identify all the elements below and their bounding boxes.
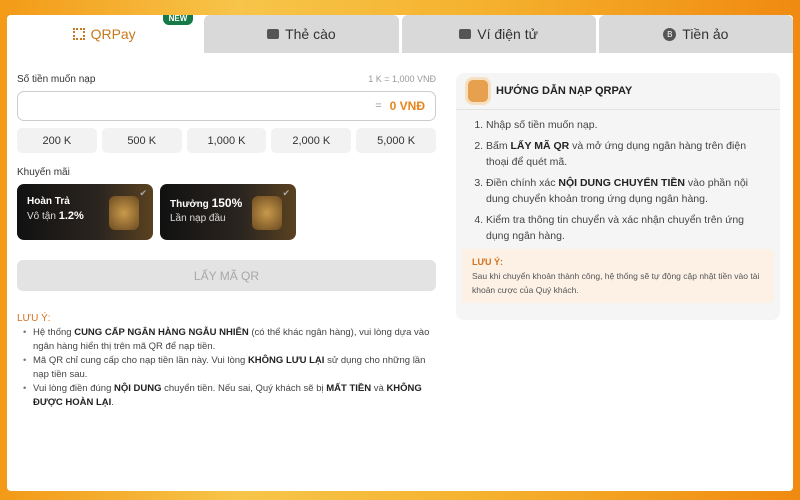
guide-tip: LƯU Ý: Sau khi chuyển khoản thành công, … [462,249,774,303]
amount-label: Số tiền muốn nạp [17,74,96,85]
amount-chip[interactable]: 200 K [17,128,97,153]
promo-label: Khuyến mãi [17,167,70,178]
tab-qrpay[interactable]: QRPay NEW [7,15,202,53]
tab-label: Ví điện tử [477,26,538,42]
guide-step: Bấm LẤY MÃ QR và mở ứng dụng ngân hàng t… [486,138,770,170]
tab-the-cao[interactable]: Thẻ cào [204,15,399,53]
qr-icon [72,28,85,40]
amount-value: 0 VNĐ [389,99,425,113]
equals-sign: = [375,100,382,112]
guide-step: Kiểm tra thông tin chuyển và xác nhận ch… [486,212,770,244]
promo-highlight: 150% [211,196,243,210]
get-qr-button[interactable]: LẤY MÃ QR [17,260,436,291]
payment-tabs: QRPay NEW Thẻ cào Ví điện tử B Tiền ảo [7,15,793,53]
card-icon [267,29,280,39]
guide-step: Điền chính xác NỘI DUNG CHUYỂN TIỀN vào … [486,175,770,207]
amount-chip[interactable]: 2,000 K [271,128,352,153]
amount-input[interactable]: = 0 VNĐ [17,91,436,121]
amount-chip[interactable]: 500 K [101,128,182,153]
note-item: Hệ thống CUNG CẤP NGÂN HÀNG NGẪU NHIÊN (… [17,326,436,354]
guide-steps: Nhập số tiền muốn nạp. Bấm LẤY MÃ QR và … [456,110,780,244]
promo-highlight: 1.2% [58,210,84,222]
note-item: Mã QR chỉ cung cấp cho nạp tiền lần này.… [17,354,436,382]
new-badge: NEW [162,15,194,25]
notes-list: Hệ thống CUNG CẤP NGÂN HÀNG NGẪU NHIÊN (… [17,326,436,410]
wallet-coin-image [109,196,139,230]
amount-chip[interactable]: 1,000 K [186,128,267,153]
promo-card-bonus[interactable]: Thưởng 150% Lần nạp đầu ✔ [160,184,296,240]
promo-card-cashback[interactable]: Hoàn Trả Vô tận 1.2% ✔ [17,184,153,240]
slot-machine-image [252,196,282,230]
deposit-form: Số tiền muốn nạp 1 K = 1,000 VNĐ = 0 VNĐ 2… [17,71,436,410]
notes-title: LƯU Ý: [17,313,51,324]
guide-step: Nhập số tiền muốn nạp. [486,117,770,133]
guide-panel: HƯỚNG DẪN NẠP QRPAY Nhập số tiền muốn nạ… [456,73,780,320]
check-icon: ✔ [282,188,290,198]
note-item: Vui lòng điền đúng NỘI DUNG chuyển tiền.… [17,382,436,410]
bitcoin-icon: B [663,27,677,41]
tab-label: Thẻ cào [285,26,336,42]
check-icon: ✔ [139,188,147,198]
tab-tien-ao[interactable]: B Tiền ảo [598,15,793,53]
deposit-panel: QRPay NEW Thẻ cào Ví điện tử B Tiền ảo Số … [7,15,793,491]
tab-vi-dien-tu[interactable]: Ví điện tử [401,15,596,53]
wallet-icon [459,29,472,39]
promo-title: Thưởng [170,199,209,210]
tip-title: LƯU Ý: [472,257,503,267]
document-icon [468,80,488,102]
tab-label: QRPay [90,26,136,42]
promo-sub: Vô tận [27,211,56,222]
tab-label: Tiền ảo [682,26,729,42]
amount-chip[interactable]: 5,000 K [356,128,436,153]
tip-text: Sau khi chuyển khoản thành công, hệ thốn… [472,271,760,295]
rate-text: 1 K = 1,000 VNĐ [368,74,436,84]
guide-title: HƯỚNG DẪN NẠP QRPAY [496,85,633,97]
quick-amounts: 200 K 500 K 1,000 K 2,000 K 5,000 K [17,128,436,153]
